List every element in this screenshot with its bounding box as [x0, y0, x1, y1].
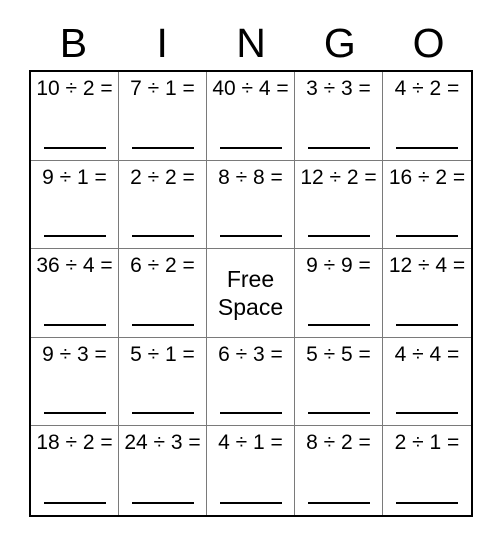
answer-blank-line[interactable] — [307, 146, 370, 149]
bingo-cell[interactable]: 3 ÷ 3 = — [295, 72, 383, 161]
bingo-cell[interactable]: 6 ÷ 3 = — [207, 337, 295, 427]
bingo-cell[interactable]: 9 ÷ 1 = — [31, 160, 119, 250]
answer-blank-line[interactable] — [131, 235, 194, 238]
bingo-cell[interactable]: 8 ÷ 2 = — [295, 426, 383, 515]
bingo-cell[interactable]: 9 ÷ 3 = — [31, 337, 119, 427]
answer-blank-line[interactable] — [131, 146, 194, 149]
bingo-cell[interactable]: 36 ÷ 4 = — [31, 249, 119, 338]
header-letter-b: B — [59, 19, 88, 66]
answer-blank-line[interactable] — [43, 412, 106, 415]
bingo-cell-problem: 6 ÷ 3 = — [218, 342, 283, 366]
bingo-cell[interactable]: 5 ÷ 5 = — [295, 337, 383, 427]
bingo-cell[interactable]: 2 ÷ 1 = — [383, 426, 471, 515]
answer-blank-line[interactable] — [307, 323, 370, 326]
answer-blank-line[interactable] — [43, 146, 106, 149]
answer-blank-line[interactable] — [43, 323, 106, 326]
bingo-cell[interactable]: 18 ÷ 2 = — [31, 426, 119, 515]
bingo-cell[interactable]: 4 ÷ 1 = — [207, 426, 295, 515]
bingo-cell[interactable]: 24 ÷ 3 = — [119, 426, 207, 515]
bingo-cell-problem: 9 ÷ 3 = — [42, 342, 107, 366]
header-letter-n: N — [236, 19, 266, 66]
bingo-cell[interactable]: 12 ÷ 2 = — [295, 160, 383, 250]
bingo-cell[interactable]: 4 ÷ 4 = — [383, 337, 471, 427]
bingo-cell-problem: 40 ÷ 4 = — [212, 77, 289, 100]
bingo-cell-problem: 16 ÷ 2 = — [388, 165, 466, 189]
answer-blank-line[interactable] — [307, 412, 370, 415]
free-space-label-line2: Space — [217, 293, 284, 320]
bingo-cell-problem: 3 ÷ 3 = — [306, 77, 371, 100]
bingo-card: B I N G O 10 ÷ 2 = 7 ÷ 1 = 40 ÷ 4 = 3 ÷ 3 =… — [0, 0, 500, 544]
answer-blank-line[interactable] — [131, 412, 194, 415]
bingo-cell-problem: 9 ÷ 9 = — [306, 254, 371, 278]
bingo-cell[interactable]: 6 ÷ 2 = — [119, 249, 207, 338]
bingo-cell-problem: 6 ÷ 2 = — [130, 254, 195, 278]
header-letter-g: G — [323, 19, 356, 66]
bingo-cell-problem: 4 ÷ 2 = — [394, 77, 460, 100]
bingo-header-row: B I N G O — [29, 18, 473, 68]
bingo-cell-problem: 8 ÷ 8 = — [218, 165, 283, 189]
answer-blank-line[interactable] — [307, 501, 370, 504]
answer-blank-line[interactable] — [396, 412, 458, 415]
bingo-cell[interactable]: 7 ÷ 1 = — [119, 72, 207, 161]
answer-blank-line[interactable] — [43, 235, 106, 238]
bingo-cell-problem: 7 ÷ 1 = — [130, 77, 195, 100]
answer-blank-line[interactable] — [219, 412, 282, 415]
header-letter-o: O — [412, 19, 445, 66]
bingo-cell-problem: 36 ÷ 4 = — [36, 254, 113, 278]
answer-blank-line[interactable] — [219, 146, 282, 149]
bingo-cell-problem: 12 ÷ 2 = — [300, 165, 377, 189]
bingo-cell-free-space[interactable]: Free Space — [207, 249, 295, 338]
bingo-cell-problem: 18 ÷ 2 = — [36, 431, 113, 455]
answer-blank-line[interactable] — [219, 501, 282, 504]
answer-blank-line[interactable] — [219, 235, 282, 238]
bingo-cell-problem: 8 ÷ 2 = — [306, 431, 371, 455]
header-letter-i: I — [156, 19, 168, 66]
bingo-cell[interactable]: 5 ÷ 1 = — [119, 337, 207, 427]
answer-blank-line[interactable] — [131, 501, 194, 504]
bingo-cell-problem: 5 ÷ 1 = — [130, 342, 195, 366]
answer-blank-line[interactable] — [396, 235, 458, 238]
bingo-cell[interactable]: 40 ÷ 4 = — [207, 72, 295, 161]
bingo-cell-problem: 5 ÷ 5 = — [306, 342, 371, 366]
answer-blank-line[interactable] — [43, 501, 106, 504]
bingo-cell[interactable]: 8 ÷ 8 = — [207, 160, 295, 250]
bingo-cell[interactable]: 2 ÷ 2 = — [119, 160, 207, 250]
free-space-label: Free Space — [207, 249, 294, 337]
bingo-cell-problem: 4 ÷ 4 = — [394, 342, 460, 366]
bingo-cell-problem: 4 ÷ 1 = — [218, 431, 283, 455]
bingo-cell-problem: 2 ÷ 2 = — [130, 165, 195, 189]
bingo-cell-problem: 2 ÷ 1 = — [394, 431, 460, 455]
bingo-cell-problem: 12 ÷ 4 = — [388, 254, 466, 278]
bingo-cell[interactable]: 12 ÷ 4 = — [383, 249, 471, 338]
bingo-cell[interactable]: 16 ÷ 2 = — [383, 160, 471, 250]
free-space-label-line1: Free — [226, 265, 275, 292]
answer-blank-line[interactable] — [396, 323, 458, 326]
answer-blank-line[interactable] — [396, 501, 458, 504]
bingo-grid: 10 ÷ 2 = 7 ÷ 1 = 40 ÷ 4 = 3 ÷ 3 = 4 ÷ 2 = 9 ÷… — [29, 70, 473, 517]
answer-blank-line[interactable] — [307, 235, 370, 238]
answer-blank-line[interactable] — [396, 146, 458, 149]
answer-blank-line[interactable] — [131, 323, 194, 326]
bingo-cell[interactable]: 4 ÷ 2 = — [383, 72, 471, 161]
bingo-cell-problem: 10 ÷ 2 = — [36, 77, 113, 100]
bingo-cell[interactable]: 9 ÷ 9 = — [295, 249, 383, 338]
bingo-cell-problem: 24 ÷ 3 = — [124, 431, 201, 455]
bingo-cell-problem: 9 ÷ 1 = — [42, 165, 107, 189]
bingo-cell[interactable]: 10 ÷ 2 = — [31, 72, 119, 161]
